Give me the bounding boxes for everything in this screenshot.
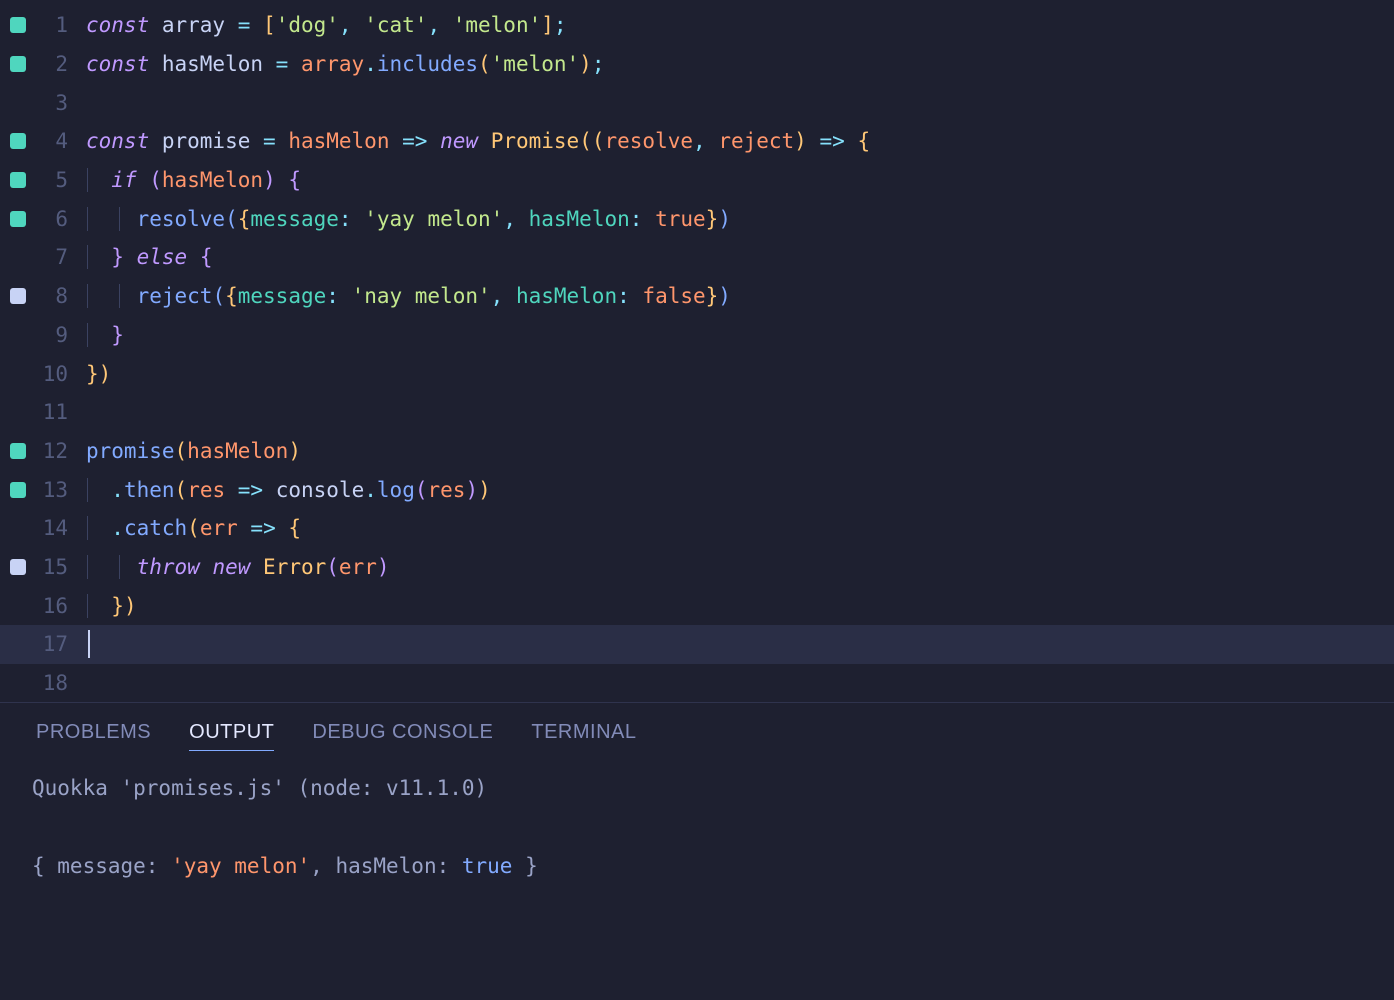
line-number: 7 bbox=[36, 245, 86, 269]
code-content[interactable]: promise(hasMelon) bbox=[86, 439, 301, 463]
gutter-marker bbox=[0, 443, 36, 459]
output-line bbox=[32, 808, 1362, 847]
bottom-panel: PROBLEMS OUTPUT DEBUG CONSOLE TERMINAL Q… bbox=[0, 702, 1394, 1000]
output-body[interactable]: Quokka 'promises.js' (node: v11.1.0) { m… bbox=[0, 761, 1394, 894]
code-content[interactable]: .catch(err => { bbox=[86, 516, 301, 540]
code-content[interactable]: throw new Error(err) bbox=[86, 555, 390, 579]
line-number: 15 bbox=[36, 555, 86, 579]
code-line[interactable]: 1const array = ['dog', 'cat', 'melon']; bbox=[0, 6, 1394, 45]
code-content[interactable]: }) bbox=[86, 594, 137, 618]
code-line[interactable]: 4const promise = hasMelon => new Promise… bbox=[0, 122, 1394, 161]
covered-marker-icon bbox=[10, 17, 26, 33]
code-content[interactable]: } bbox=[86, 323, 124, 347]
output-line: { message: 'yay melon', hasMelon: true } bbox=[32, 847, 1362, 886]
code-line[interactable]: 3 bbox=[0, 83, 1394, 122]
code-content[interactable]: const array = ['dog', 'cat', 'melon']; bbox=[86, 13, 567, 37]
line-number: 4 bbox=[36, 129, 86, 153]
gutter-marker bbox=[0, 133, 36, 149]
code-line[interactable]: 14 .catch(err => { bbox=[0, 509, 1394, 548]
code-line[interactable]: 2const hasMelon = array.includes('melon'… bbox=[0, 45, 1394, 84]
output-line: Quokka 'promises.js' (node: v11.1.0) bbox=[32, 769, 1362, 808]
gutter-marker bbox=[0, 17, 36, 33]
code-content[interactable]: if (hasMelon) { bbox=[86, 168, 301, 192]
code-content[interactable]: const hasMelon = array.includes('melon')… bbox=[86, 52, 604, 76]
code-line[interactable]: 16 }) bbox=[0, 586, 1394, 625]
code-line[interactable]: 18 bbox=[0, 664, 1394, 703]
code-line[interactable]: 9 } bbox=[0, 316, 1394, 355]
code-content[interactable]: resolve({message: 'yay melon', hasMelon:… bbox=[86, 207, 731, 231]
line-number: 9 bbox=[36, 323, 86, 347]
tab-problems[interactable]: PROBLEMS bbox=[36, 721, 151, 751]
covered-marker-icon bbox=[10, 211, 26, 227]
code-content[interactable]: .then(res => console.log(res)) bbox=[86, 478, 491, 502]
line-number: 6 bbox=[36, 207, 86, 231]
code-line[interactable]: 17 bbox=[0, 625, 1394, 664]
code-content[interactable]: reject({message: 'nay melon', hasMelon: … bbox=[86, 284, 731, 308]
line-number: 8 bbox=[36, 284, 86, 308]
gutter-marker bbox=[0, 559, 36, 575]
gutter-marker bbox=[0, 172, 36, 188]
line-number: 3 bbox=[36, 91, 86, 115]
code-line[interactable]: 10}) bbox=[0, 354, 1394, 393]
code-content[interactable]: const promise = hasMelon => new Promise(… bbox=[86, 129, 870, 153]
gutter-marker bbox=[0, 288, 36, 304]
code-line[interactable]: 13 .then(res => console.log(res)) bbox=[0, 470, 1394, 509]
covered-marker-icon bbox=[10, 56, 26, 72]
line-number: 13 bbox=[36, 478, 86, 502]
gutter-marker bbox=[0, 482, 36, 498]
line-number: 16 bbox=[36, 594, 86, 618]
tab-terminal[interactable]: TERMINAL bbox=[531, 721, 636, 751]
code-content[interactable]: }) bbox=[86, 362, 111, 386]
line-number: 11 bbox=[36, 400, 86, 424]
panel-tabs: PROBLEMS OUTPUT DEBUG CONSOLE TERMINAL bbox=[0, 703, 1394, 761]
line-number: 12 bbox=[36, 439, 86, 463]
uncovered-marker-icon bbox=[10, 559, 26, 575]
line-number: 10 bbox=[36, 362, 86, 386]
line-number: 14 bbox=[36, 516, 86, 540]
code-content[interactable]: } else { bbox=[86, 245, 213, 269]
code-line[interactable]: 8 reject({message: 'nay melon', hasMelon… bbox=[0, 277, 1394, 316]
covered-marker-icon bbox=[10, 172, 26, 188]
code-line[interactable]: 5 if (hasMelon) { bbox=[0, 161, 1394, 200]
code-content[interactable] bbox=[86, 630, 90, 658]
line-number: 5 bbox=[36, 168, 86, 192]
text-cursor-icon bbox=[88, 630, 90, 658]
covered-marker-icon bbox=[10, 482, 26, 498]
gutter-marker bbox=[0, 211, 36, 227]
tab-output[interactable]: OUTPUT bbox=[189, 721, 274, 751]
covered-marker-icon bbox=[10, 133, 26, 149]
tab-debug-console[interactable]: DEBUG CONSOLE bbox=[312, 721, 493, 751]
code-line[interactable]: 11 bbox=[0, 393, 1394, 432]
code-editor[interactable]: 1const array = ['dog', 'cat', 'melon'];2… bbox=[0, 0, 1394, 702]
code-line[interactable]: 12promise(hasMelon) bbox=[0, 432, 1394, 471]
line-number: 17 bbox=[36, 632, 86, 656]
covered-marker-icon bbox=[10, 443, 26, 459]
line-number: 18 bbox=[36, 671, 86, 695]
gutter-marker bbox=[0, 56, 36, 72]
uncovered-marker-icon bbox=[10, 288, 26, 304]
code-line[interactable]: 7 } else { bbox=[0, 238, 1394, 277]
code-line[interactable]: 15 throw new Error(err) bbox=[0, 548, 1394, 587]
code-line[interactable]: 6 resolve({message: 'yay melon', hasMelo… bbox=[0, 199, 1394, 238]
line-number: 1 bbox=[36, 13, 86, 37]
line-number: 2 bbox=[36, 52, 86, 76]
